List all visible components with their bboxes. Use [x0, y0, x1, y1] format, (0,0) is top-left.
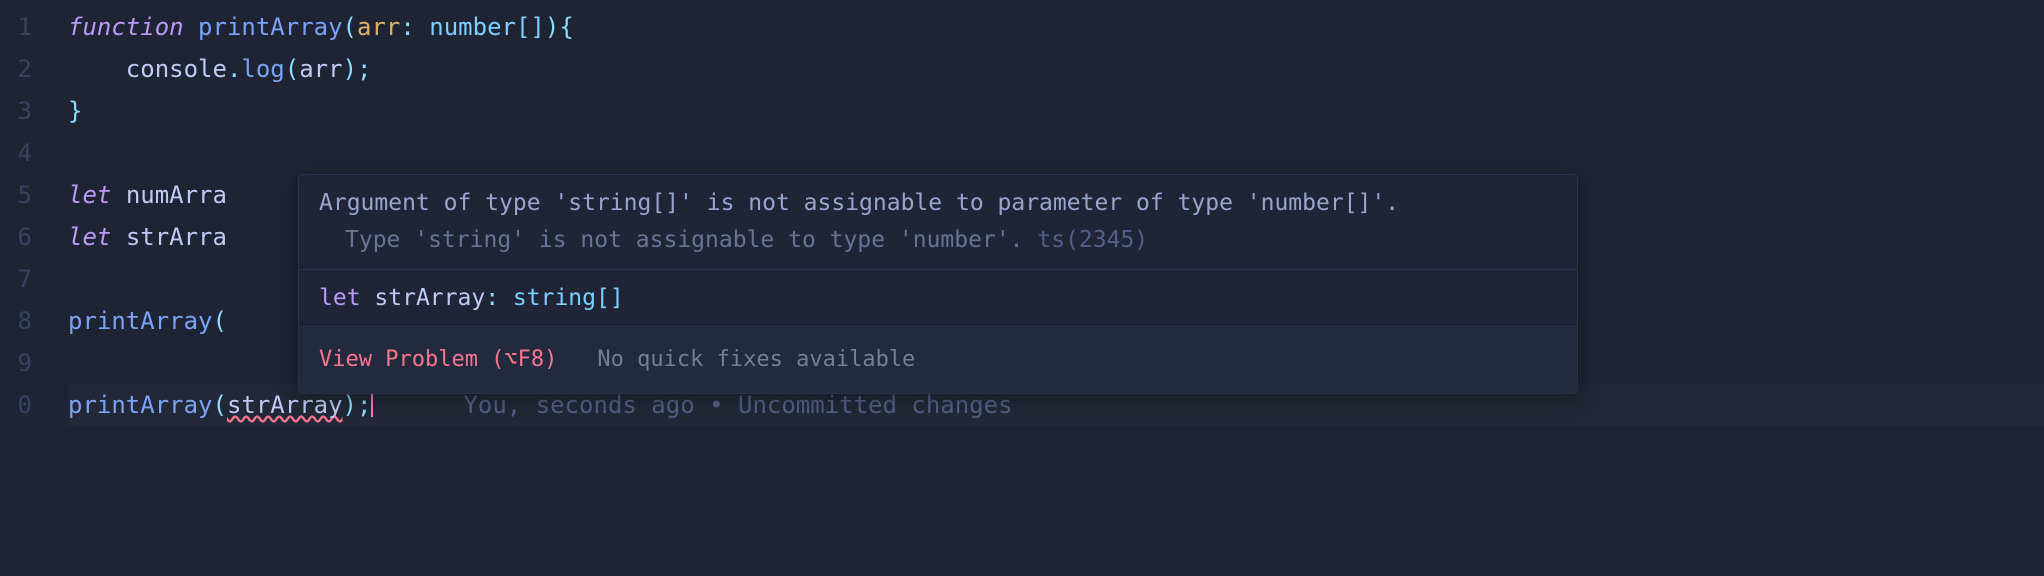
function-name: printArray [198, 13, 343, 41]
paren-open: ( [343, 13, 357, 41]
colon: : [400, 13, 414, 41]
line-number: 7 [0, 258, 40, 300]
function-call: printArray [68, 391, 213, 419]
code-line[interactable]: } [68, 90, 2044, 132]
brace-close: } [68, 97, 82, 125]
line-number: 2 [0, 48, 40, 90]
view-problem-link[interactable]: View Problem (⌥F8) [319, 339, 557, 381]
line-number: 5 [0, 174, 40, 216]
line-number: 3 [0, 90, 40, 132]
object-ref: console [126, 55, 227, 83]
colon: : [485, 285, 499, 311]
git-blame-codelens[interactable]: You, seconds ago • Uncommitted changes [463, 391, 1012, 419]
line-number: 9 [0, 342, 40, 384]
def-keyword: let [319, 285, 361, 311]
paren-open: ( [213, 391, 227, 419]
arg: arr [299, 55, 342, 83]
semicolon: ; [357, 391, 371, 419]
keyword-function: function [68, 13, 184, 41]
code-line[interactable]: console.log(arr); [68, 48, 2044, 90]
line-number: 4 [0, 132, 40, 174]
error-code: ts(2345) [1037, 227, 1148, 253]
def-brackets: [] [596, 285, 624, 311]
no-quick-fix-label: No quick fixes available [597, 339, 915, 381]
keyword-let: let [68, 181, 111, 209]
code-line[interactable]: function printArray(arr: number[]){ [68, 6, 2044, 48]
semicolon: ; [357, 55, 371, 83]
code-line[interactable] [68, 132, 2044, 174]
code-editor[interactable]: 1 2 3 4 5 6 7 8 9 0 function printArray(… [0, 0, 2044, 576]
line-number: 1 [0, 6, 40, 48]
dot: . [227, 55, 241, 83]
type-name: number [429, 13, 516, 41]
paren-close: ) [343, 55, 357, 83]
def-type: string [513, 285, 596, 311]
brace-open: { [559, 13, 573, 41]
error-text-main: Argument of type 'string[]' is not assig… [319, 190, 1399, 216]
paren-close: ) [545, 13, 559, 41]
function-call: printArray [68, 307, 213, 335]
hover-tooltip: Argument of type 'string[]' is not assig… [298, 174, 1578, 394]
code-area[interactable]: function printArray(arr: number[]){ cons… [40, 0, 2044, 576]
var-name: numArra [126, 181, 227, 209]
line-number: 6 [0, 216, 40, 258]
paren-close: ) [343, 391, 357, 419]
hover-actions: View Problem (⌥F8) No quick fixes availa… [299, 327, 1577, 393]
paren-open: ( [285, 55, 299, 83]
param-name: arr [357, 13, 400, 41]
paren-open: ( [213, 307, 227, 335]
line-number: 0 [0, 384, 40, 426]
method-name: log [241, 55, 284, 83]
var-name: strArra [126, 223, 227, 251]
brackets: [] [516, 13, 545, 41]
line-number-gutter: 1 2 3 4 5 6 7 8 9 0 [0, 0, 40, 576]
line-number: 8 [0, 300, 40, 342]
keyword-let: let [68, 223, 111, 251]
error-text-sub: Type 'string' is not assignable to type … [345, 227, 1024, 253]
hover-definition: let strArray: string[] [299, 270, 1577, 328]
error-arg: strArray [227, 391, 343, 419]
def-name: strArray [374, 285, 485, 311]
hover-error-message: Argument of type 'string[]' is not assig… [299, 175, 1577, 270]
